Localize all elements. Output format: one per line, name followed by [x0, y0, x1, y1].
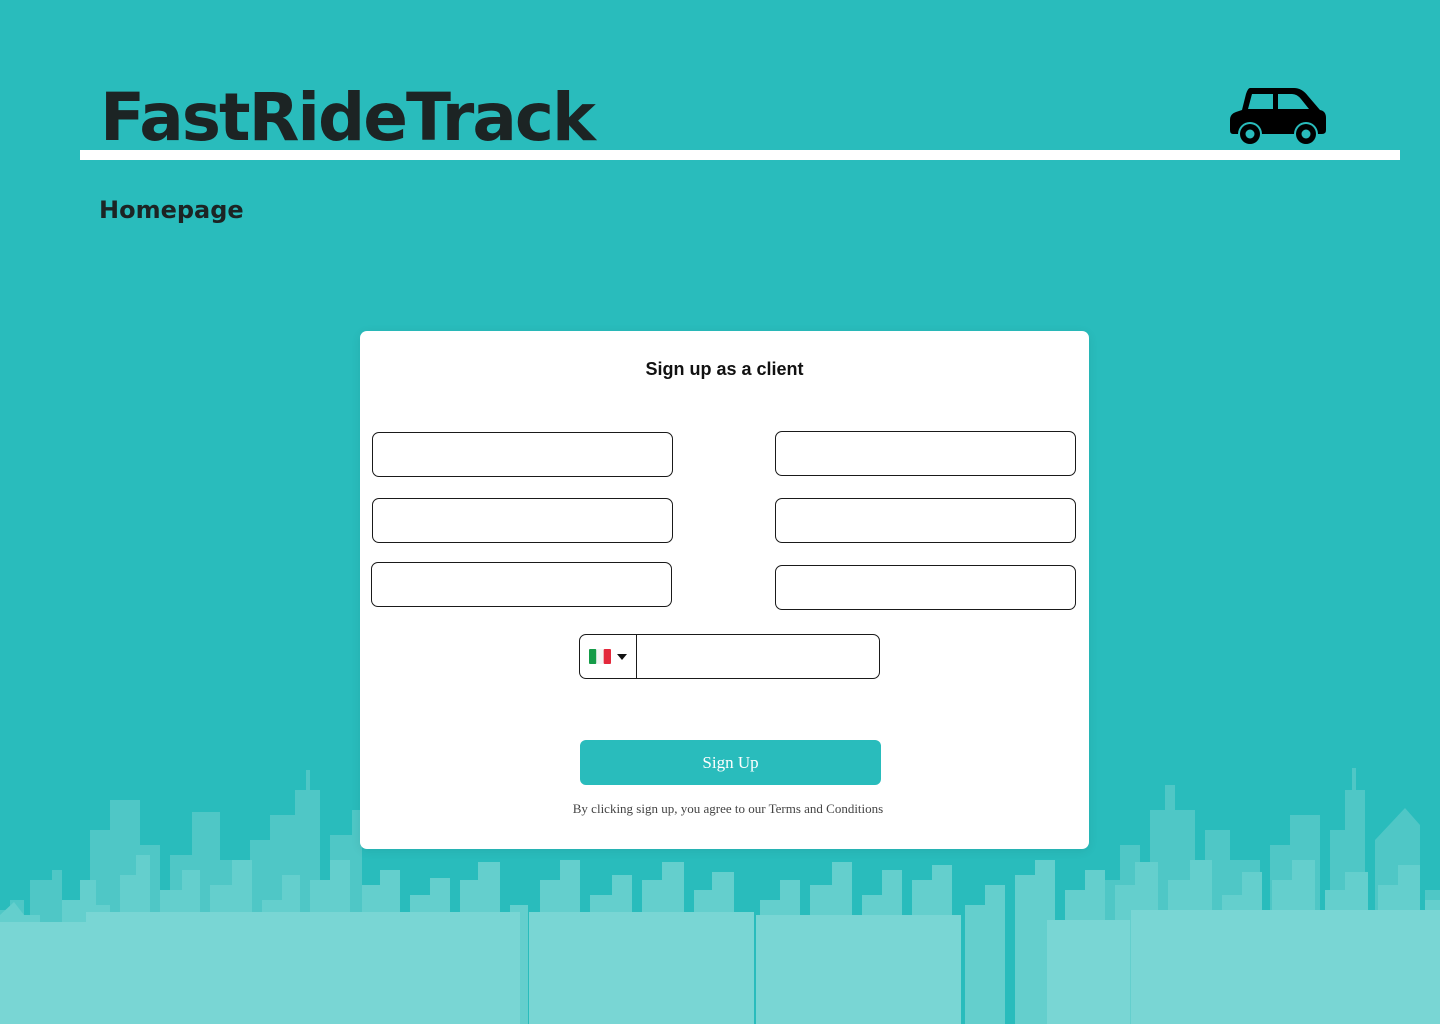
terms-notice: By clicking sign up, you agree to our Te…	[572, 801, 884, 816]
signup-field-4[interactable]	[775, 498, 1076, 543]
signup-field-6[interactable]	[775, 565, 1076, 610]
page-title: Homepage	[99, 196, 244, 224]
brand-title: FastRideTrack	[100, 79, 596, 156]
signup-field-2[interactable]	[775, 431, 1076, 476]
signup-title: Sign up as a client	[645, 359, 804, 379]
signup-field-5[interactable]	[371, 562, 672, 607]
phone-number-input[interactable]	[637, 635, 879, 678]
signup-field-3[interactable]	[372, 498, 673, 543]
chevron-down-icon	[617, 653, 627, 660]
sign-up-button[interactable]: Sign Up	[580, 740, 881, 785]
phone-field	[579, 634, 880, 679]
italy-flag-icon	[589, 649, 611, 664]
signup-field-1[interactable]	[372, 432, 673, 477]
page: FastRideTrack Homepage Sign up as a clie…	[0, 0, 1440, 1024]
signup-card: Sign up as a client Sign Up By clicking …	[360, 331, 1089, 849]
header-divider	[80, 150, 1400, 160]
country-code-select[interactable]	[580, 635, 637, 678]
car-icon	[1230, 88, 1326, 144]
